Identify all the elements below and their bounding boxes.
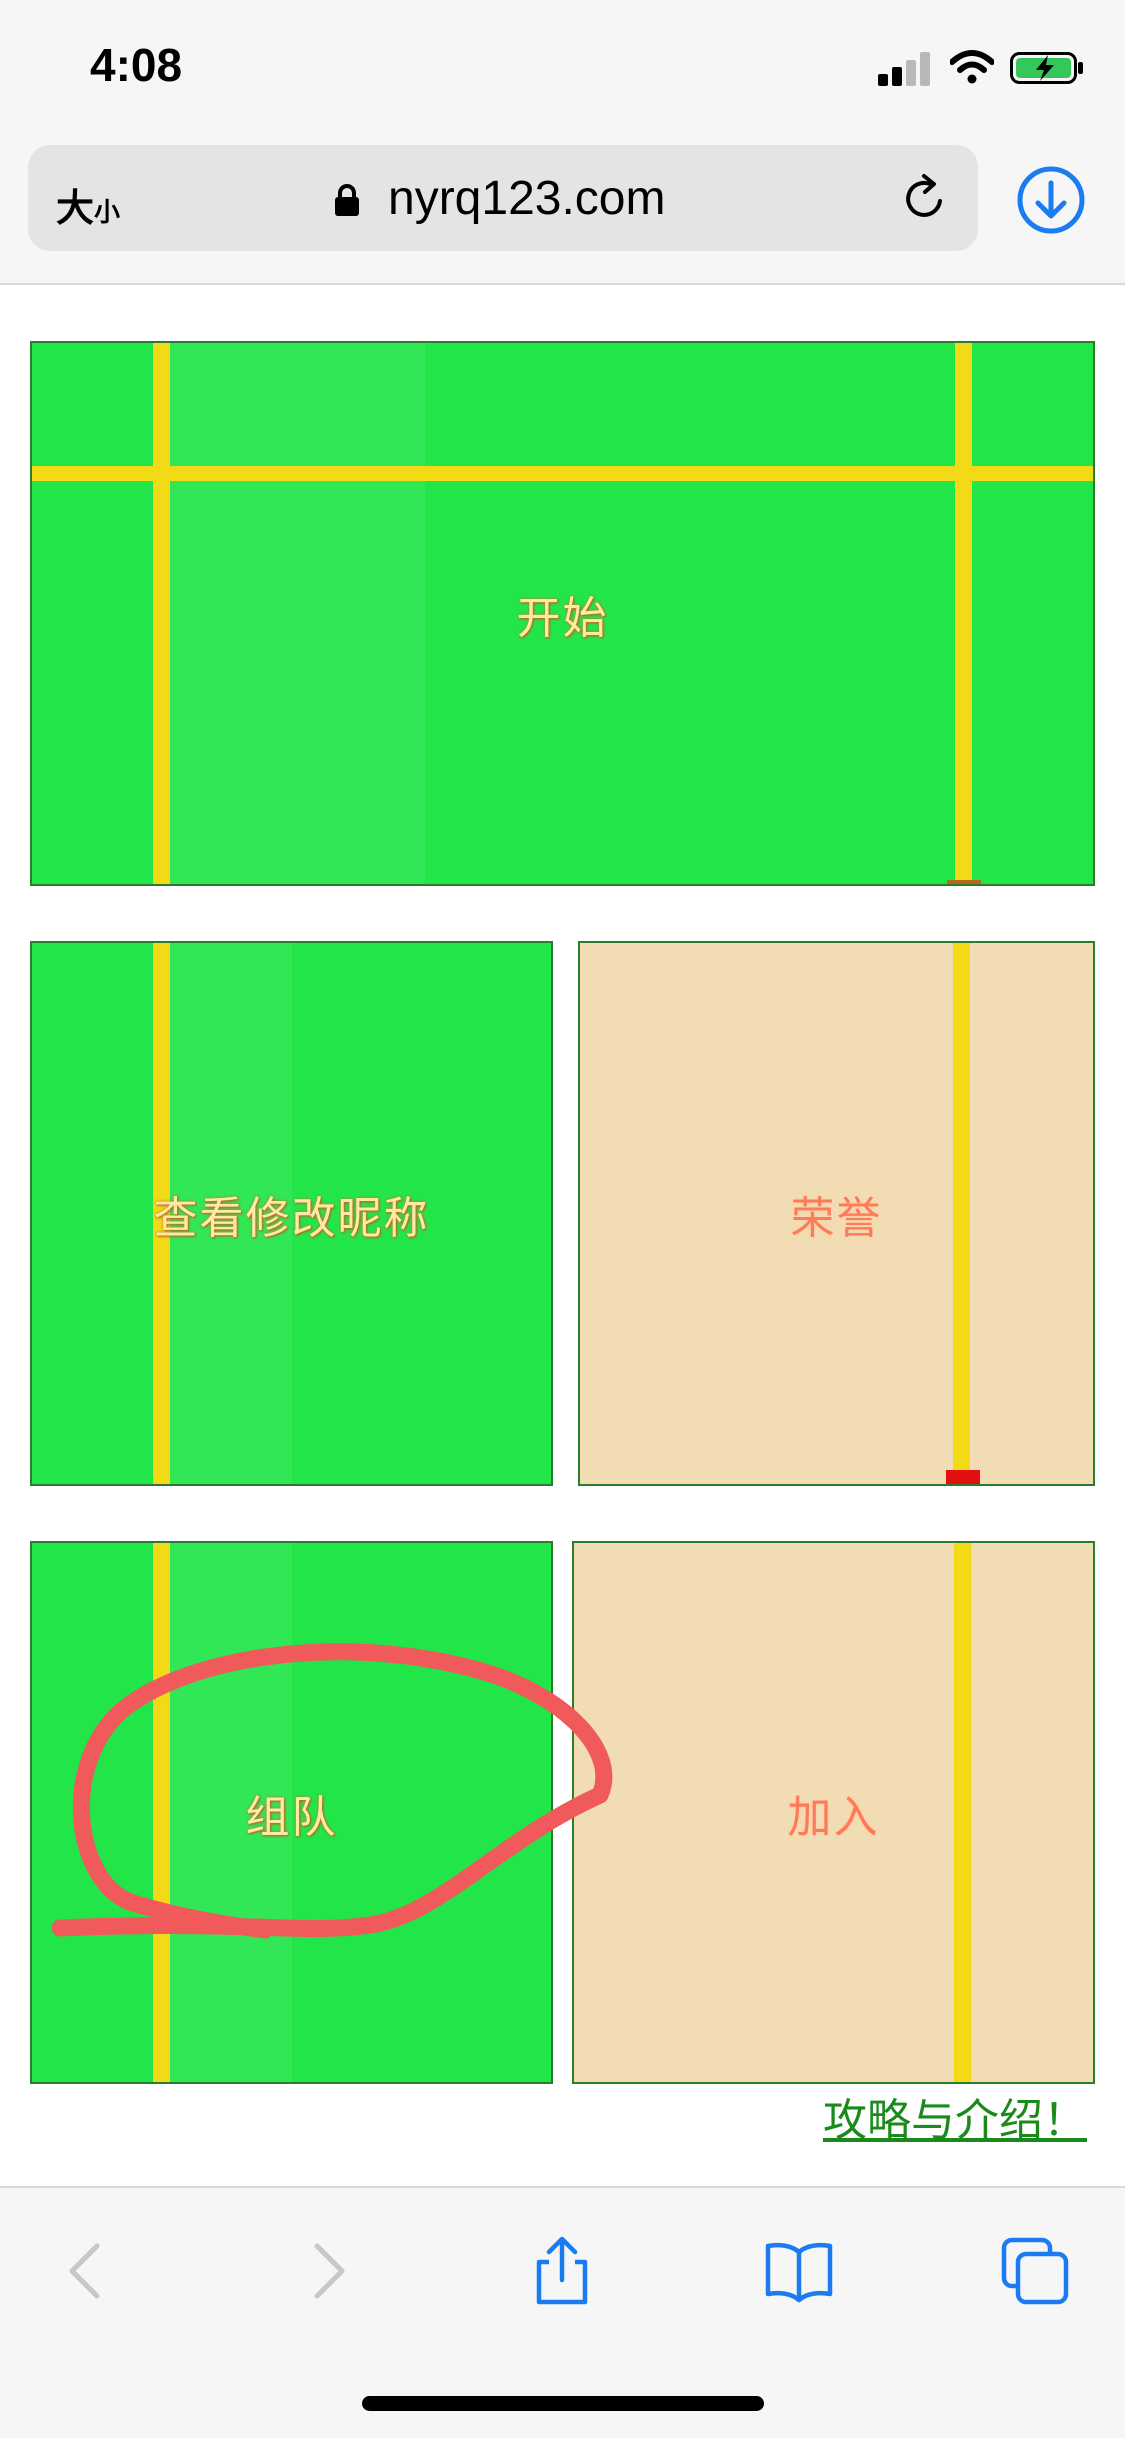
home-indicator: [362, 2396, 764, 2411]
back-icon[interactable]: [52, 2236, 122, 2306]
guide-link[interactable]: 攻略与介绍！: [823, 2084, 1087, 2148]
wifi-icon: [950, 50, 994, 84]
cellular-signal-icon: [878, 50, 932, 86]
tabs-icon[interactable]: [1000, 2236, 1070, 2306]
team-label: 组队: [245, 1791, 338, 1843]
yellow-line: [153, 343, 170, 884]
lock-icon: [335, 184, 359, 216]
download-icon[interactable]: [1016, 165, 1086, 235]
browser-address-area: 大小 nyrq123.com: [0, 135, 1125, 285]
yellow-line: [954, 1543, 971, 2082]
view-edit-nickname-button[interactable]: 查看修改昵称: [30, 941, 553, 1486]
reload-icon[interactable]: [900, 173, 950, 223]
marker: [947, 880, 981, 884]
join-button[interactable]: 加入: [572, 1541, 1095, 2084]
url-domain[interactable]: nyrq123.com: [388, 171, 665, 226]
yellow-line: [153, 1543, 170, 2082]
join-label: 加入: [787, 1791, 880, 1843]
honor-button[interactable]: 荣誉: [578, 941, 1095, 1486]
team-up-button[interactable]: 组队: [30, 1541, 553, 2084]
share-icon[interactable]: [527, 2236, 597, 2306]
battery-charging-icon: [1010, 52, 1083, 84]
status-bar: 4:08: [0, 0, 1125, 135]
start-button[interactable]: 开始: [30, 341, 1095, 886]
text-size-button[interactable]: 大小: [56, 177, 120, 232]
yellow-line: [955, 343, 972, 884]
yellow-line: [953, 943, 970, 1484]
start-label: 开始: [516, 592, 609, 644]
forward-icon[interactable]: [292, 2236, 362, 2306]
yellow-line: [32, 466, 1093, 481]
red-marker: [946, 1470, 980, 1484]
honor-label: 荣誉: [790, 1192, 883, 1244]
bookmarks-icon[interactable]: [764, 2236, 834, 2306]
nickname-label: 查看修改昵称: [153, 1192, 430, 1244]
status-time: 4:08: [90, 39, 183, 91]
address-bar[interactable]: 大小 nyrq123.com: [28, 145, 978, 251]
